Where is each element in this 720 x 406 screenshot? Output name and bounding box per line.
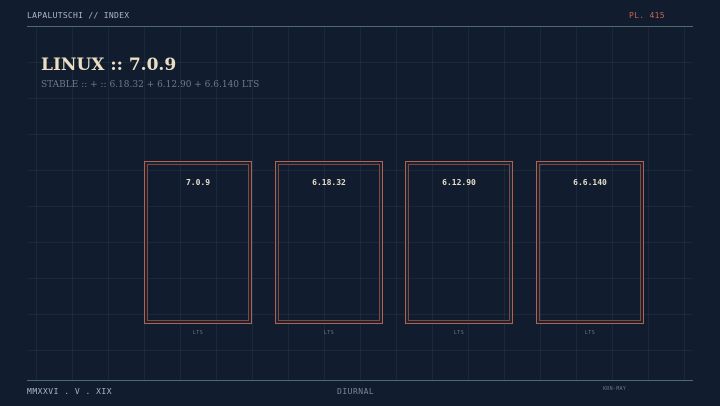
card-label: LTS bbox=[323, 330, 335, 336]
card-label: LTS bbox=[192, 330, 204, 336]
card-label: LTS bbox=[584, 330, 596, 336]
version-number: 6.6.140 bbox=[573, 178, 607, 187]
footer-date: MMXXVI . V . XIX bbox=[27, 387, 113, 396]
card-label: LTS bbox=[453, 330, 465, 336]
version-number: 6.18.32 bbox=[312, 178, 346, 187]
version-number: 6.12.90 bbox=[442, 178, 476, 187]
version-card-3: 6.12.90 bbox=[405, 161, 513, 324]
page-title: LINUX :: 7.0.9 bbox=[41, 55, 177, 75]
plate-number: PL. 415 bbox=[629, 11, 665, 20]
page-subtitle: STABLE :: + :: 6.18.32 + 6.12.90 + 6.6.1… bbox=[41, 80, 260, 90]
footer-cycle: DIURNAL bbox=[337, 387, 375, 396]
version-card-4: 6.6.140 bbox=[536, 161, 644, 324]
header-bar: LAPALUTSCHI // INDEX PL. 415 bbox=[27, 0, 693, 27]
version-number: 7.0.9 bbox=[185, 178, 211, 187]
footer-credit: KRN-MAY bbox=[603, 386, 627, 392]
version-card-2: 6.18.32 bbox=[275, 161, 383, 324]
footer-bar: MMXXVI . V . XIX DIURNAL KRN-MAY bbox=[27, 380, 693, 406]
version-card-1: 7.0.9 bbox=[144, 161, 252, 324]
brand-label: LAPALUTSCHI // INDEX bbox=[27, 11, 130, 20]
